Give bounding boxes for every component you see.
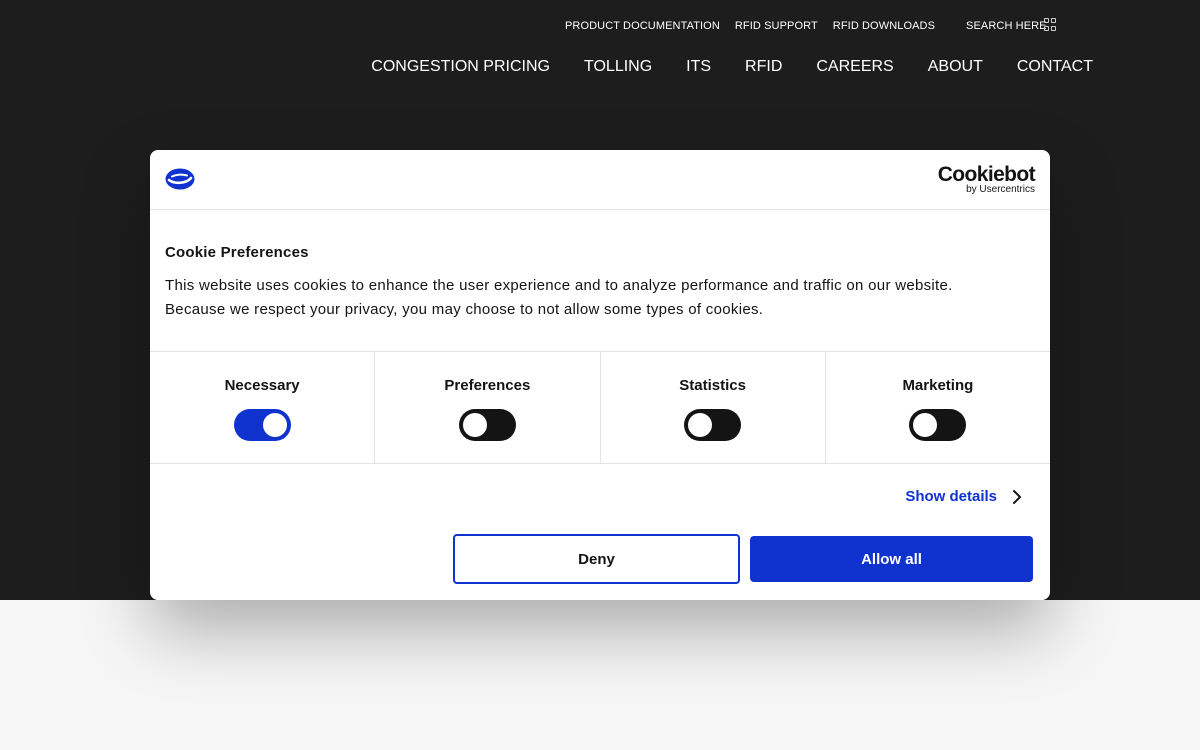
deny-button[interactable]: Deny	[453, 534, 740, 584]
dialog-text-line-2: Because we respect your privacy, you may…	[165, 301, 764, 318]
dialog-text-line-1: This website uses cookies to enhance the…	[165, 277, 953, 294]
nav-about[interactable]: ABOUT	[928, 58, 983, 76]
cookiebot-logo-mark-icon	[165, 168, 195, 190]
chevron-right-icon	[1013, 489, 1021, 504]
show-details-label: Show details	[905, 488, 997, 505]
category-necessary[interactable]: Necessary	[150, 352, 376, 463]
category-label: Necessary	[224, 377, 300, 394]
dialog-header: Cookiebot by Usercentrics	[150, 150, 1050, 210]
search-link[interactable]: SEARCH HERE	[966, 20, 1047, 32]
brand-name: Cookiebot	[937, 163, 1036, 186]
cookie-consent-dialog: Cookiebot by Usercentrics Cookie Prefere…	[150, 150, 1050, 600]
util-link-product-documentation[interactable]: PRODUCT DOCUMENTATION	[565, 20, 720, 32]
allow-all-button[interactable]: Allow all	[750, 536, 1033, 582]
utility-nav: PRODUCT DOCUMENTATION RFID SUPPORT RFID …	[565, 18, 1047, 34]
nav-tolling[interactable]: TOLLING	[584, 58, 652, 76]
statistics-toggle[interactable]	[684, 409, 742, 441]
necessary-toggle[interactable]	[233, 409, 291, 441]
nav-its[interactable]: ITS	[686, 58, 711, 76]
consent-categories: Necessary Preferences Statistics Marketi…	[150, 351, 1050, 464]
nav-careers[interactable]: CAREERS	[816, 58, 893, 76]
marketing-toggle[interactable]	[909, 409, 967, 441]
category-preferences[interactable]: Preferences	[375, 352, 601, 463]
main-nav: CONGESTION PRICING TOLLING ITS RFID CARE…	[371, 58, 1093, 76]
dialog-text: This website uses cookies to enhance the…	[165, 274, 1035, 322]
nav-contact[interactable]: CONTACT	[1017, 58, 1093, 76]
nav-rfid[interactable]: RFID	[745, 58, 782, 76]
util-link-rfid-downloads[interactable]: RFID DOWNLOADS	[833, 20, 935, 32]
nav-congestion-pricing[interactable]: CONGESTION PRICING	[371, 58, 550, 76]
preferences-toggle[interactable]	[458, 409, 516, 441]
category-statistics[interactable]: Statistics	[601, 352, 826, 463]
category-label: Marketing	[902, 377, 974, 394]
show-details-link[interactable]: Show details	[905, 488, 1023, 505]
details-row: Show details	[150, 464, 1050, 532]
category-marketing[interactable]: Marketing	[826, 352, 1050, 463]
dialog-body: Cookie Preferences This website uses coo…	[150, 210, 1050, 351]
dialog-title: Cookie Preferences	[165, 244, 309, 261]
category-label: Statistics	[679, 377, 746, 394]
cookiebot-brand-logo: Cookiebot by Usercentrics	[937, 163, 1036, 196]
category-label: Preferences	[444, 377, 531, 394]
grid-icon[interactable]	[1044, 18, 1058, 32]
util-link-rfid-support[interactable]: RFID SUPPORT	[735, 20, 818, 32]
